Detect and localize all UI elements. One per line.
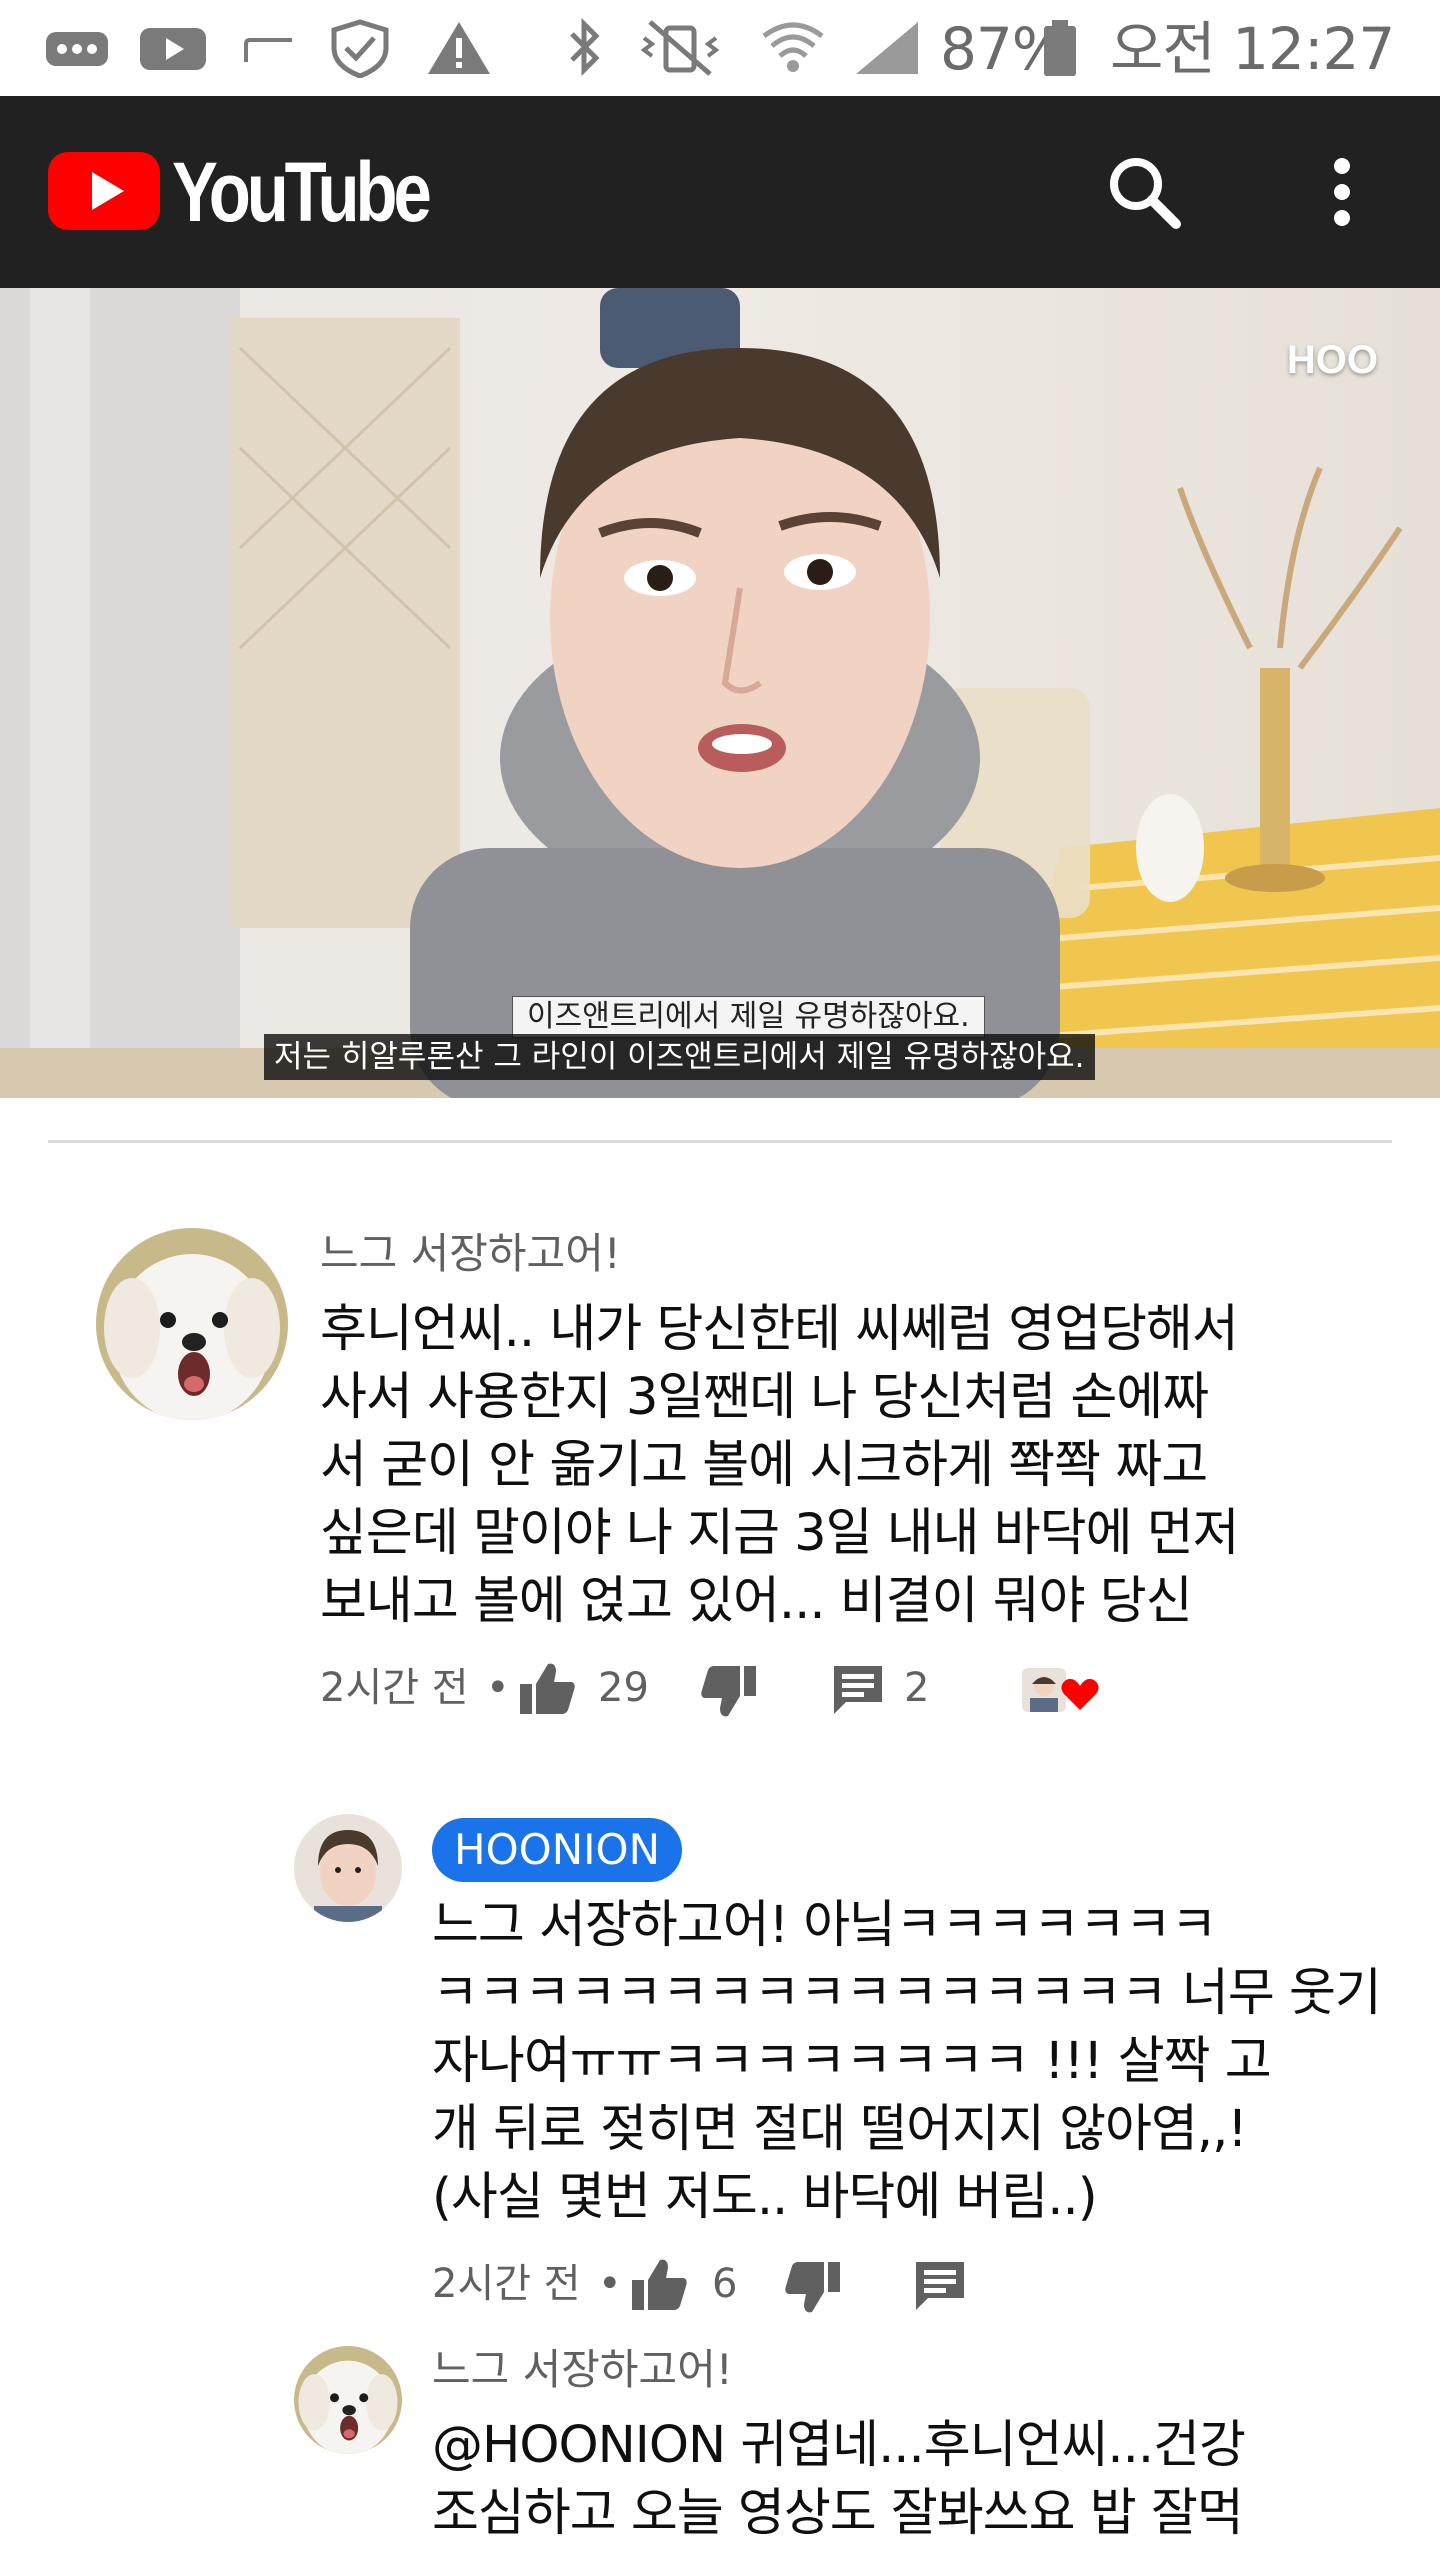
reply-meta: 2시간 전 • 6 [432, 2256, 1132, 2320]
comment-line: 후니언씨.. 내가 당신한테 씨쎄럼 영업당해서 [320, 1300, 1239, 1359]
reply-count[interactable]: 2 [904, 1660, 929, 1716]
search-icon[interactable] [1096, 144, 1192, 240]
chat-icon [46, 32, 108, 66]
comment-meta: 2시간 전 • 29 2 [320, 1660, 1220, 1724]
separator-dot: • [486, 1665, 510, 1711]
reply-line: 자나여ㅠㅠㅋㅋㅋㅋㅋㅋㅋㅋ !!! 살짝 고 [432, 2032, 1272, 2091]
comment-time: 2시간 전 [320, 1665, 469, 1711]
thumb-up-icon[interactable] [518, 1660, 578, 1716]
separator-dot: • [598, 2261, 622, 2307]
hoonion-avatar-icon [294, 1814, 402, 1922]
clock: 오전 12:27 [1110, 15, 1395, 83]
comment-line: 사서 사용한지 3일짼데 나 당신처럼 손에짜 [320, 1368, 1209, 1427]
channel-watermark: HOO [1286, 338, 1378, 382]
reply-line: 조심하고 오늘 영상도 잘봐쓰요 밥 잘먹 [432, 2484, 1244, 2543]
avatar[interactable] [294, 1814, 402, 1922]
comment-line: 싶은데 말이야 나 지금 3일 내내 바닥에 먼저 [320, 1504, 1240, 1563]
reply-icon[interactable] [830, 1662, 886, 1718]
wifi-icon [762, 22, 824, 72]
reply-text: @HOONION 귀엽네...후니언씨...건강 조심하고 오늘 영상도 잘봐쓰… [432, 2412, 1246, 2548]
video-player[interactable]: HOO 이즈앤트리에서 제일 유명하잖아요. 저는 히알루론산 그 라인이 이즈… [0, 288, 1440, 1098]
cast-icon [244, 38, 292, 62]
closed-caption: 저는 히알루론산 그 라인이 이즈앤트리에서 제일 유명하잖아요. [264, 1034, 1095, 1080]
youtube-wordmark[interactable]: YouTube [172, 144, 432, 240]
white-dog-avatar-icon [96, 1228, 288, 1420]
creator-heart-icon [1022, 1668, 1099, 1712]
reply-time: 2시간 전 [432, 2261, 581, 2307]
burned-in-caption: 이즈앤트리에서 제일 유명하잖아요. [512, 996, 985, 1038]
warning-icon [428, 22, 490, 74]
like-count: 6 [712, 2261, 738, 2307]
reply-line: ㅋㅋㅋㅋㅋㅋㅋㅋㅋㅋㅋㅋㅋㅋㅋㅋ 너무 웃기 [432, 1964, 1382, 2023]
youtube-notification-icon [140, 28, 206, 70]
comment-text: 후니언씨.. 내가 당신한테 씨쎄럼 영업당해서 사서 사용한지 3일짼데 나 … [320, 1296, 1240, 1636]
reply-line: 느그 서장하고어! 아닠ㅋㅋㅋㅋㅋㅋㅋ [432, 1896, 1218, 1955]
status-bar: 87% 오전 12:27 [0, 0, 1440, 96]
vibrate-off-icon [640, 20, 720, 76]
avatar[interactable] [96, 1228, 288, 1420]
shield-check-icon [331, 19, 389, 78]
app-bar: YouTube [0, 96, 1440, 288]
reply-line: (사실 몇번 저도.. 바닥에 버림..) [432, 2168, 1098, 2227]
reply-text: 느그 서장하고어! 아닠ㅋㅋㅋㅋㅋㅋㅋ ㅋㅋㅋㅋㅋㅋㅋㅋㅋㅋㅋㅋㅋㅋㅋㅋ 너무 … [432, 1892, 1382, 2232]
more-vert-icon[interactable] [1294, 144, 1390, 240]
white-dog-avatar-icon [294, 2346, 402, 2454]
comment-author[interactable]: 느그 서장하고어! [320, 1226, 621, 1282]
owner-badge[interactable]: HOONION [432, 1818, 682, 1882]
avatar[interactable] [294, 2346, 402, 2454]
divider [48, 1140, 1392, 1143]
reply-line: 개 뒤로 젖히면 절대 떨어지지 않아염,,! [432, 2100, 1248, 2159]
signal-icon [856, 22, 918, 74]
bluetooth-icon [570, 18, 600, 77]
youtube-logo-icon[interactable] [48, 152, 160, 230]
thumb-down-icon[interactable] [698, 1664, 758, 1720]
thumb-down-icon[interactable] [782, 2260, 842, 2316]
reply-author[interactable]: 느그 서장하고어! [432, 2342, 733, 2398]
comment-line: 보내고 볼에 얹고 있어... 비결이 뭐야 당신 [320, 1572, 1193, 1631]
like-count: 29 [598, 1665, 649, 1711]
comment-line: 서 굳이 안 옮기고 볼에 시크하게 쫙쫙 짜고 [320, 1436, 1208, 1495]
video-frame [0, 288, 1440, 1098]
thumb-up-icon[interactable] [630, 2256, 690, 2312]
battery-icon [1044, 20, 1076, 76]
reply-line: @HOONION 귀엽네...후니언씨...건강 [432, 2416, 1246, 2475]
reply-icon[interactable] [912, 2258, 968, 2314]
